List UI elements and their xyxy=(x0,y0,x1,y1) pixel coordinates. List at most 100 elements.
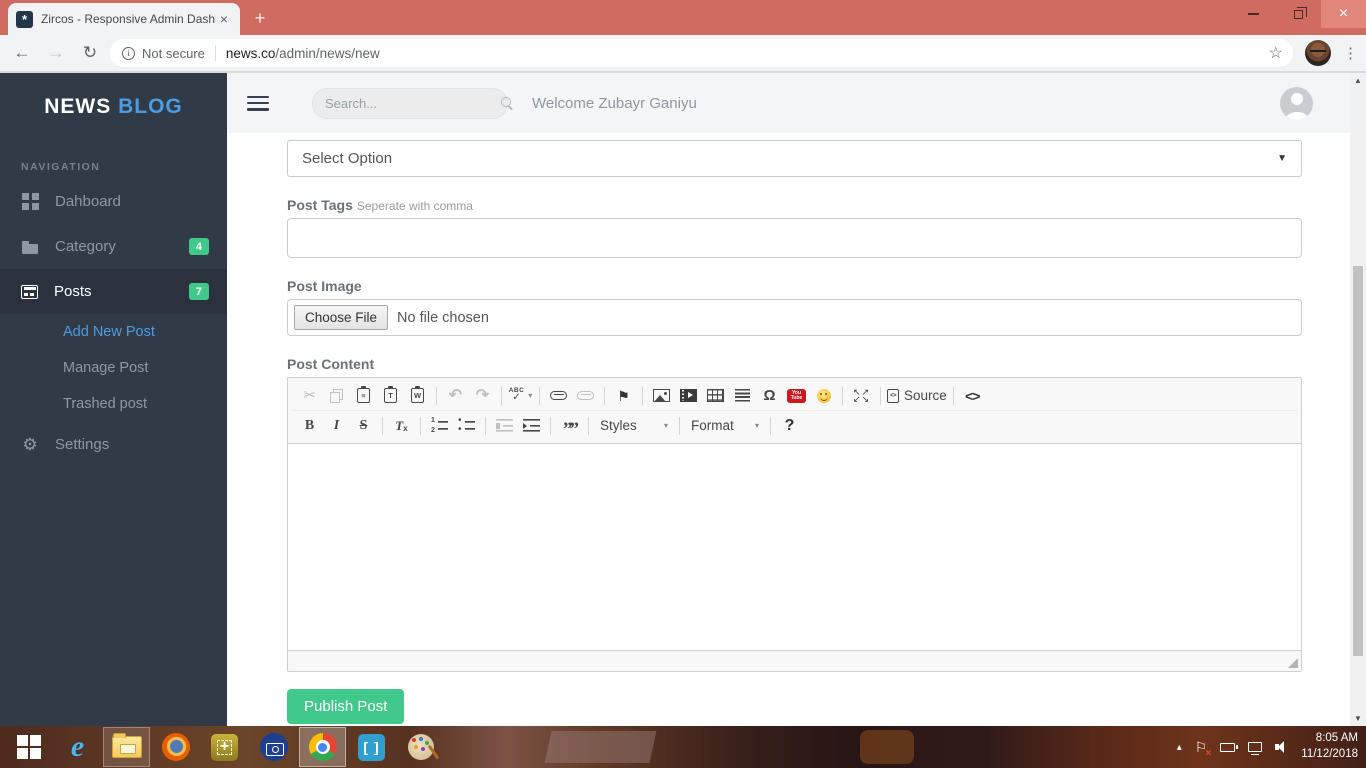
post-tags-input[interactable] xyxy=(287,218,1302,258)
tray-flag-icon[interactable] xyxy=(1195,739,1211,759)
close-tab-icon[interactable]: × xyxy=(216,11,232,27)
scroll-up-icon[interactable]: ▲ xyxy=(1350,73,1366,88)
taskbar-file-explorer-button[interactable] xyxy=(103,727,150,767)
about-icon xyxy=(785,418,795,434)
info-icon[interactable]: i xyxy=(122,46,135,60)
sidebar-item-settings[interactable]: Settings xyxy=(0,422,227,467)
search-input[interactable] xyxy=(325,95,501,111)
smiley-button[interactable] xyxy=(811,383,836,408)
choose-file-button[interactable]: Choose File xyxy=(294,305,389,330)
unlink-button[interactable] xyxy=(573,383,598,408)
new-tab-button[interactable]: + xyxy=(246,5,274,33)
taskbar-brackets-button[interactable] xyxy=(348,727,395,767)
tray-volume-icon[interactable] xyxy=(1275,741,1291,753)
screen: * Zircos - Responsive Admin Dashb × + × … xyxy=(0,0,1366,768)
blockquote-button[interactable] xyxy=(557,413,582,438)
tray-battery-icon[interactable] xyxy=(1220,742,1238,752)
browser-profile-avatar[interactable] xyxy=(1305,40,1331,66)
editor-bottom-bar xyxy=(288,650,1301,671)
styles-dropdown[interactable]: Styles ▾ xyxy=(595,413,673,438)
browser-menu-icon[interactable]: ⋮ xyxy=(1343,44,1358,62)
source-button[interactable]: Source xyxy=(887,383,947,408)
count-badge: 4 xyxy=(188,238,209,255)
taskbar-firefox-button[interactable] xyxy=(152,727,199,767)
scrollbar-track[interactable] xyxy=(1350,88,1366,711)
undo-icon xyxy=(449,388,462,404)
spellcheck-button[interactable]: ▾ xyxy=(508,383,533,408)
browser-tab[interactable]: * Zircos - Responsive Admin Dashb × xyxy=(8,3,240,35)
redo-button[interactable] xyxy=(470,383,495,408)
maximize-icon xyxy=(853,389,870,403)
anchor-button[interactable] xyxy=(611,383,636,408)
indent-button[interactable] xyxy=(519,413,544,438)
bulleted-list-button[interactable] xyxy=(454,413,479,438)
resize-handle-icon[interactable] xyxy=(1288,658,1298,668)
cut-icon xyxy=(303,388,316,403)
taskbar-start-button[interactable] xyxy=(5,727,52,767)
maximize-button[interactable] xyxy=(849,383,874,408)
taskbar-paint-app-button[interactable] xyxy=(397,727,444,767)
taskbar-internet-explorer-button[interactable] xyxy=(54,727,101,767)
format-dropdown[interactable]: Format ▾ xyxy=(686,413,764,438)
youtube-icon xyxy=(787,388,806,403)
search-box[interactable] xyxy=(312,87,511,119)
sidebar-item-dashboard[interactable]: Dahboard xyxy=(0,179,227,224)
reload-button[interactable]: ↻ xyxy=(76,39,104,67)
post-image-field: Choose File No file chosen xyxy=(287,299,1302,336)
user-avatar[interactable] xyxy=(1280,86,1313,120)
toolbar-separator xyxy=(485,416,486,435)
toolbar-separator xyxy=(550,416,551,435)
close-button[interactable]: × xyxy=(1321,0,1366,28)
taskbar-clock[interactable]: 8:05 AM 11/12/2018 xyxy=(1301,731,1366,762)
publish-button[interactable]: Publish Post xyxy=(287,689,405,724)
tray-network-icon[interactable] xyxy=(1248,742,1263,756)
indent-icon xyxy=(523,419,540,432)
cut-button[interactable] xyxy=(297,383,322,408)
about-button[interactable] xyxy=(777,413,802,438)
youtube-button[interactable] xyxy=(784,383,809,408)
strikethrough-button[interactable] xyxy=(351,413,376,438)
paste-text-button[interactable] xyxy=(378,383,403,408)
paste-word-button[interactable] xyxy=(405,383,430,408)
page: NEWS BLOG NAVIGATION Dahboard Category 4 Po… xyxy=(0,73,1366,726)
url-bar[interactable]: i Not secure news.co /admin/news/new ☆ xyxy=(110,39,1293,67)
numbered-list-button[interactable] xyxy=(427,413,452,438)
code-snippet-button[interactable] xyxy=(960,383,985,408)
page-scrollbar[interactable]: ▲ ▼ xyxy=(1350,73,1366,726)
bold-button[interactable] xyxy=(297,413,322,438)
scroll-down-icon[interactable]: ▼ xyxy=(1350,711,1366,726)
tray-chevron-icon[interactable] xyxy=(1177,742,1182,753)
minimize-button[interactable] xyxy=(1231,0,1276,28)
undo-button[interactable] xyxy=(443,383,468,408)
outdent-button[interactable] xyxy=(492,413,517,438)
category-select[interactable]: Select Option ▼ xyxy=(287,140,1302,177)
toolbar-separator xyxy=(382,416,383,435)
sidebar-item-posts[interactable]: Posts 7 xyxy=(0,269,227,314)
image-button[interactable] xyxy=(649,383,674,408)
sidebar-item-trashed-post[interactable]: Trashed post xyxy=(0,386,227,422)
paste-button[interactable] xyxy=(351,383,376,408)
maximize-button[interactable] xyxy=(1276,0,1321,28)
horizontal-rule-button[interactable] xyxy=(730,383,755,408)
sidebar-item-manage-post[interactable]: Manage Post xyxy=(0,350,227,386)
bookmark-star-icon[interactable]: ☆ xyxy=(1269,43,1283,63)
maximize-icon xyxy=(1294,6,1307,19)
special-char-button[interactable] xyxy=(757,383,782,408)
sidebar-item-add-new-post[interactable]: Add New Post xyxy=(0,314,227,350)
media-button[interactable] xyxy=(676,383,701,408)
link-button[interactable] xyxy=(546,383,571,408)
forward-button[interactable]: → xyxy=(42,39,70,67)
file-explorer-icon xyxy=(111,733,142,758)
taskbar-camera-app-button[interactable] xyxy=(250,727,297,767)
remove-format-button[interactable] xyxy=(389,413,414,438)
italic-button[interactable] xyxy=(324,413,349,438)
menu-toggle-button[interactable] xyxy=(247,95,269,111)
taskbar-screenshot-tool-button[interactable] xyxy=(201,727,248,767)
back-button[interactable]: ← xyxy=(8,39,36,67)
copy-button[interactable] xyxy=(324,383,349,408)
sidebar-item-category[interactable]: Category 4 xyxy=(0,224,227,269)
editor-content-area[interactable] xyxy=(288,444,1301,650)
scrollbar-thumb[interactable] xyxy=(1353,266,1363,656)
table-button[interactable] xyxy=(703,383,728,408)
taskbar-chrome-button[interactable] xyxy=(299,727,346,767)
